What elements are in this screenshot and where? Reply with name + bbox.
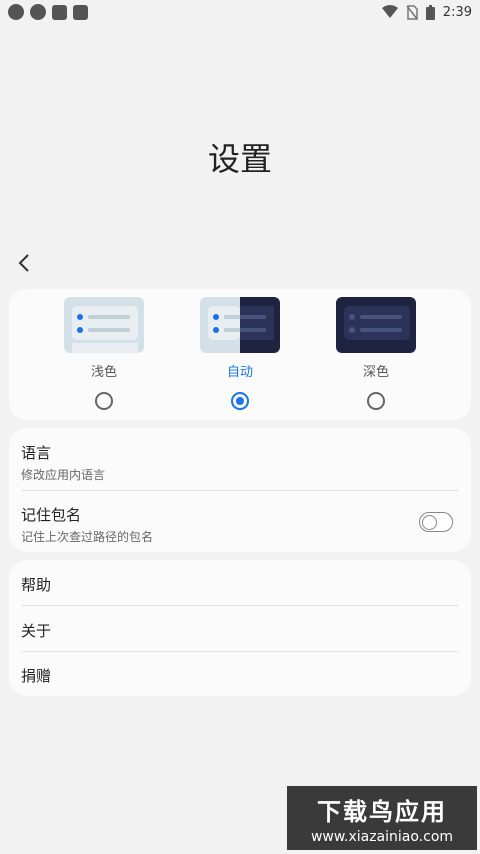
square-notification-icon xyxy=(73,4,88,20)
remember-package-setting[interactable]: 记住包名 记住上次查过路径的包名 xyxy=(21,504,459,545)
remember-package-toggle[interactable] xyxy=(419,512,453,532)
theme-label-light: 浅色 xyxy=(90,365,117,380)
app-notification-icon xyxy=(30,4,46,20)
language-setting[interactable]: 语言 修改应用内语言 xyxy=(21,442,459,483)
theme-label-auto: 自动 xyxy=(226,365,253,380)
donate-item[interactable]: 捐赠 xyxy=(21,665,459,686)
watermark-title: 下载鸟应用 xyxy=(317,798,447,826)
about-item[interactable]: 关于 xyxy=(21,620,459,641)
theme-card: 浅色 自动 深色 xyxy=(9,289,471,420)
clock: 2:39 xyxy=(442,4,472,20)
remember-package-subtitle: 记住上次查过路径的包名 xyxy=(21,530,154,544)
wifi-icon xyxy=(381,5,398,18)
status-bar: 2:39 xyxy=(0,0,480,24)
radio-light[interactable] xyxy=(95,392,113,410)
no-sim-icon xyxy=(406,4,418,20)
language-title: 语言 xyxy=(21,444,52,462)
back-arrow-icon[interactable] xyxy=(14,250,36,276)
watermark-url: www.xiazainiao.com xyxy=(310,829,454,845)
radio-dark[interactable] xyxy=(367,392,385,410)
square-notification-icon xyxy=(52,4,67,20)
language-subtitle: 修改应用内语言 xyxy=(21,468,106,482)
theme-option-dark[interactable]: 深色 xyxy=(331,297,421,413)
help-item[interactable]: 帮助 xyxy=(21,574,459,595)
notification-icons xyxy=(8,4,88,20)
divider xyxy=(21,651,459,652)
remember-package-title: 记住包名 xyxy=(21,506,82,524)
divider xyxy=(21,605,459,606)
radio-auto[interactable] xyxy=(231,392,249,410)
theme-option-light[interactable]: 浅色 xyxy=(59,297,149,413)
dark-theme-preview-icon xyxy=(336,297,416,353)
theme-label-dark: 深色 xyxy=(362,365,389,380)
theme-option-auto[interactable]: 自动 xyxy=(195,297,285,413)
app-notification-icon xyxy=(8,4,24,20)
divider xyxy=(21,490,459,491)
settings-card: 语言 修改应用内语言 记住包名 记住上次查过路径的包名 xyxy=(9,428,471,552)
links-card: 帮助 关于 捐赠 xyxy=(9,560,471,696)
battery-icon xyxy=(425,4,435,20)
page-title: 设置 xyxy=(207,140,272,178)
watermark: 下载鸟应用 www.xiazainiao.com xyxy=(287,786,477,850)
auto-theme-preview-icon xyxy=(200,297,280,353)
system-icons: 2:39 xyxy=(381,4,472,20)
light-theme-preview-icon xyxy=(64,297,144,353)
